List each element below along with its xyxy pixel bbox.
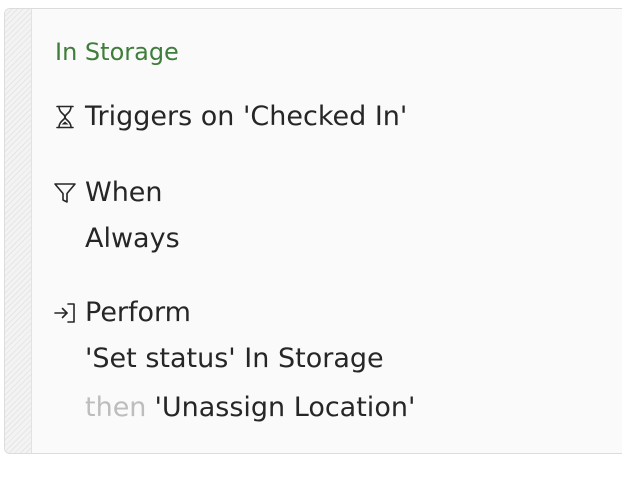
- action-row: Perform: [53, 295, 191, 331]
- condition-heading: When: [85, 177, 163, 208]
- trigger-row: Triggers on 'Checked In': [53, 99, 407, 135]
- card-drag-handle[interactable]: [5, 9, 32, 453]
- automation-rule-card[interactable]: In Storage Triggers on 'Checked In' When: [4, 8, 622, 454]
- trigger-label: Triggers on 'Checked In': [85, 101, 408, 132]
- condition-value: Always: [85, 223, 180, 254]
- action-step-text: 'Unassign Location': [154, 392, 416, 423]
- rule-title: In Storage: [55, 38, 179, 66]
- step-connector: then: [85, 392, 147, 423]
- condition-row: When: [53, 175, 163, 211]
- action-heading: Perform: [85, 297, 191, 328]
- card-content: In Storage Triggers on 'Checked In' When: [31, 9, 622, 453]
- hourglass-icon: [53, 104, 77, 130]
- action-step: then 'Unassign Location': [85, 390, 415, 426]
- action-step: 'Set status' In Storage: [85, 343, 384, 374]
- sign-in-icon: [53, 300, 77, 326]
- filter-icon: [53, 180, 77, 206]
